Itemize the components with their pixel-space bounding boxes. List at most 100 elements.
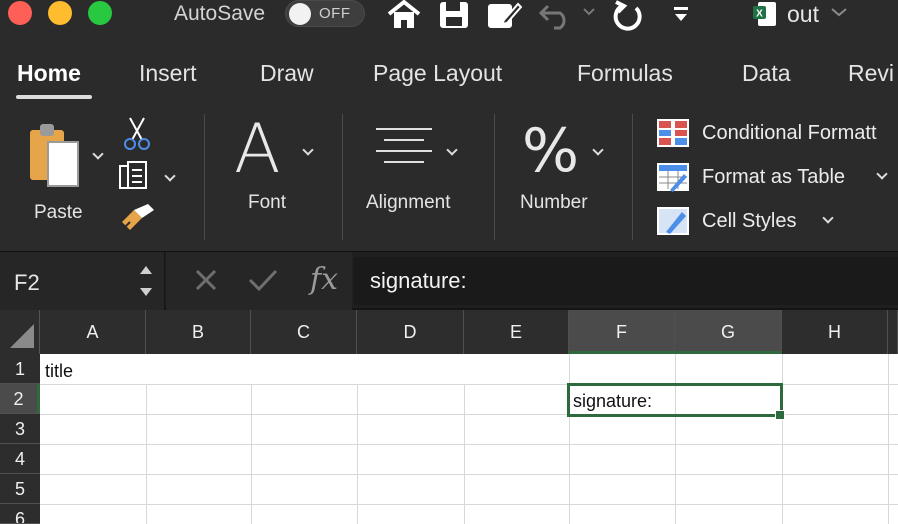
file-name[interactable]: out xyxy=(787,1,819,28)
column-header-i[interactable] xyxy=(888,310,898,354)
name-box-value: F2 xyxy=(14,270,40,295)
cell-f2[interactable]: signature: xyxy=(573,391,652,412)
active-tab-indicator xyxy=(16,95,92,99)
undo-dropdown-chevron-icon[interactable] xyxy=(582,6,596,18)
tab-formulas[interactable]: Formulas xyxy=(577,60,673,87)
edit-document-icon[interactable] xyxy=(486,0,522,30)
autosave-label: AutoSave xyxy=(174,2,266,25)
cut-scissors-icon[interactable] xyxy=(124,116,150,152)
gridline xyxy=(146,384,147,524)
home-icon[interactable] xyxy=(386,0,422,30)
gridline xyxy=(40,474,898,475)
minimize-window-button[interactable] xyxy=(48,1,72,25)
alignment-label: Alignment xyxy=(366,192,451,213)
conditional-formatting-button[interactable]: Conditional Formatt xyxy=(656,118,898,150)
gridline xyxy=(251,384,252,524)
insert-function-fx-icon[interactable]: fx xyxy=(310,262,338,297)
enter-checkmark-icon[interactable] xyxy=(248,268,278,292)
gridline xyxy=(40,444,898,445)
spreadsheet-grid[interactable]: A B C D E F G H 1 2 3 4 5 6 title signat… xyxy=(0,310,898,524)
conditional-formatting-icon xyxy=(657,119,689,147)
cell-styles-icon xyxy=(657,207,689,235)
column-header-e[interactable]: E xyxy=(464,310,569,354)
row-header-6[interactable]: 6 xyxy=(0,504,40,524)
title-bar: AutoSave OFF X out xyxy=(0,0,898,44)
clipboard-icon xyxy=(30,124,79,187)
format-as-table-button[interactable]: Format as Table xyxy=(656,162,898,194)
percent-icon: % xyxy=(522,116,580,186)
column-header-d[interactable]: D xyxy=(357,310,464,354)
font-dropdown-chevron-icon[interactable] xyxy=(302,144,314,156)
row-header-4[interactable]: 4 xyxy=(0,444,40,474)
column-header-f[interactable]: F xyxy=(569,310,675,354)
copy-dropdown-chevron-icon[interactable] xyxy=(164,170,176,182)
column-header-h[interactable]: H xyxy=(782,310,888,354)
tab-page-layout[interactable]: Page Layout xyxy=(373,60,502,87)
name-box[interactable]: F2 xyxy=(0,252,165,310)
select-all-corner[interactable] xyxy=(0,310,40,354)
column-header-a[interactable]: A xyxy=(40,310,146,354)
gridline xyxy=(675,354,676,524)
column-header-g[interactable]: G xyxy=(675,310,782,354)
cell-styles-chevron-icon[interactable] xyxy=(822,212,834,224)
name-box-stepper-icon[interactable] xyxy=(138,262,154,300)
paste-dropdown-chevron-icon[interactable] xyxy=(92,148,104,160)
tab-insert[interactable]: Insert xyxy=(139,60,197,87)
alignment-lines-icon xyxy=(376,128,432,163)
redo-icon[interactable] xyxy=(612,0,644,32)
autosave-toggle[interactable]: OFF xyxy=(285,0,365,27)
cell-styles-label: Cell Styles xyxy=(702,210,797,232)
tab-home[interactable]: Home xyxy=(17,60,81,87)
autosave-state: OFF xyxy=(319,5,351,22)
column-header-c[interactable]: C xyxy=(251,310,357,354)
copy-icon[interactable] xyxy=(118,160,158,194)
cell-styles-button[interactable]: Cell Styles xyxy=(656,206,898,238)
undo-icon[interactable] xyxy=(538,0,574,30)
tab-data[interactable]: Data xyxy=(742,60,791,87)
ribbon-separator xyxy=(632,114,633,240)
font-icon: A xyxy=(234,110,281,189)
gridline xyxy=(888,354,889,524)
font-label: Font xyxy=(248,192,287,213)
row-header-1[interactable]: 1 xyxy=(0,354,40,384)
save-icon[interactable] xyxy=(438,0,470,30)
row-header-5[interactable]: 5 xyxy=(0,474,40,504)
row-header-3[interactable]: 3 xyxy=(0,414,40,444)
row-header-2[interactable]: 2 xyxy=(0,384,40,414)
cancel-x-icon[interactable] xyxy=(194,268,218,292)
gridline xyxy=(40,504,898,505)
conditional-formatting-label: Conditional Formatt xyxy=(702,122,877,144)
format-as-table-icon xyxy=(657,163,689,192)
ribbon-separator xyxy=(494,114,495,240)
customize-toolbar-icon[interactable] xyxy=(672,6,690,24)
excel-file-icon: X xyxy=(753,2,776,26)
toggle-knob xyxy=(289,3,311,25)
tab-review[interactable]: Revi xyxy=(848,60,894,87)
alignment-dropdown-chevron-icon[interactable] xyxy=(446,144,458,156)
zoom-window-button[interactable] xyxy=(88,1,112,25)
number-dropdown-chevron-icon[interactable] xyxy=(592,144,604,156)
cell-a1[interactable]: title xyxy=(45,361,73,382)
column-header-b[interactable]: B xyxy=(146,310,251,354)
format-as-table-chevron-icon[interactable] xyxy=(876,168,888,180)
gridline xyxy=(464,384,465,524)
close-window-button[interactable] xyxy=(8,1,32,25)
gridline xyxy=(782,354,783,524)
alignment-group-button[interactable]: Alignment xyxy=(360,106,490,226)
ribbon-tabs: Home Insert Draw Page Layout Formulas Da… xyxy=(0,44,898,106)
format-painter-brush-icon[interactable] xyxy=(120,202,156,234)
ribbon-home: Paste A Font Alignment % Number Conditio… xyxy=(0,106,898,252)
formula-bar: F2 fx xyxy=(0,252,898,310)
font-group-button[interactable]: A Font xyxy=(222,106,322,226)
number-group-button[interactable]: % Number xyxy=(510,106,620,226)
paste-label: Paste xyxy=(34,202,83,223)
fill-handle[interactable] xyxy=(775,410,785,420)
format-as-table-label: Format as Table xyxy=(702,166,846,188)
formula-input[interactable] xyxy=(354,257,898,305)
tab-draw[interactable]: Draw xyxy=(260,60,314,87)
ribbon-separator xyxy=(204,114,205,240)
file-menu-chevron-icon[interactable] xyxy=(830,6,848,18)
ribbon-separator xyxy=(342,114,343,240)
paste-button[interactable]: Paste xyxy=(20,116,110,223)
number-label: Number xyxy=(520,192,588,213)
